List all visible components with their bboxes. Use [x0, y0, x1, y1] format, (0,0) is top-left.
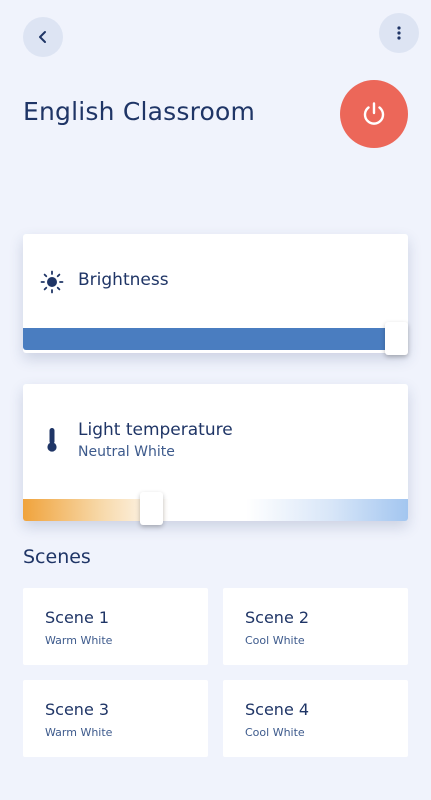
brightness-slider-handle[interactable] [385, 322, 408, 355]
page-title: English Classroom [23, 97, 256, 126]
power-button[interactable] [340, 80, 408, 148]
brightness-label: Brightness [78, 270, 169, 290]
scene-subtitle: Warm White [45, 726, 113, 739]
scene-name: Scene 2 [245, 608, 310, 627]
light-temperature-slider-track[interactable] [23, 499, 408, 521]
scene-name: Scene 4 [245, 700, 310, 719]
scene-name: Scene 1 [45, 608, 110, 627]
light-temperature-card: Light temperature Neutral White [23, 384, 408, 521]
light-temperature-value: Neutral White [78, 444, 175, 460]
light-temperature-slider-handle[interactable] [140, 492, 163, 525]
scene-subtitle: Cool White [245, 726, 305, 739]
thermometer-icon [47, 428, 57, 452]
power-icon [363, 102, 385, 125]
scene-subtitle: Warm White [45, 634, 113, 647]
brightness-header: Brightness [40, 270, 169, 294]
scene-card-2[interactable]: Scene 2 Cool White [223, 588, 408, 665]
back-button[interactable] [23, 17, 63, 57]
scene-card-1[interactable]: Scene 1 Warm White [23, 588, 208, 665]
more-options-button[interactable] [379, 13, 419, 53]
light-temperature-header: Light temperature Neutral White [40, 420, 233, 460]
brightness-slider-track[interactable] [23, 328, 408, 350]
brightness-card: Brightness [23, 234, 408, 353]
scene-card-4[interactable]: Scene 4 Cool White [223, 680, 408, 757]
chevron-left-icon [39, 31, 46, 43]
scenes-heading: Scenes [23, 546, 91, 568]
scene-card-3[interactable]: Scene 3 Warm White [23, 680, 208, 757]
sun-icon [40, 270, 64, 294]
scene-name: Scene 3 [45, 700, 110, 719]
light-temperature-label: Light temperature [78, 420, 233, 440]
scene-subtitle: Cool White [245, 634, 305, 647]
vertical-dots-icon [397, 26, 401, 40]
